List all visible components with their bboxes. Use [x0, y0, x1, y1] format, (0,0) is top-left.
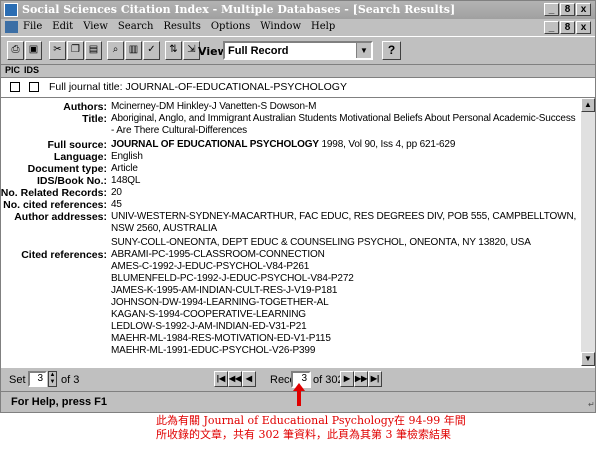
- ids-book-value: 148QL: [111, 175, 141, 186]
- journal-row[interactable]: Full journal title: JOURNAL-OF-EDUCATION…: [1, 78, 595, 98]
- record-total: of 302: [313, 374, 344, 386]
- author-addresses-label: Author addresses:: [14, 211, 107, 223]
- language-label: Language:: [53, 151, 107, 163]
- source-journal: JOURNAL OF EDUCATIONAL PSYCHOLOGY: [111, 139, 319, 150]
- close-button[interactable]: x: [576, 3, 591, 16]
- next-page-icon[interactable]: ▶▶: [354, 371, 368, 387]
- source-details: 1998, Vol 90, Iss 4, pp 621-629: [318, 139, 456, 150]
- doc-maximize-button[interactable]: 8: [560, 21, 575, 34]
- authors-label: Authors:: [63, 101, 107, 113]
- menu-bar: File Edit View Search Results Options Wi…: [1, 19, 595, 36]
- vertical-scrollbar[interactable]: ▲ ▼: [581, 98, 595, 366]
- help-button[interactable]: ?: [382, 41, 401, 60]
- print-icon[interactable]: ⎙: [7, 41, 24, 60]
- cited-reference: MAEHR-ML-1984-RES-MOTIVATION-ED-V1-P115: [111, 333, 331, 344]
- related-records-value[interactable]: 20: [111, 187, 577, 199]
- scroll-down-icon[interactable]: ▼: [581, 352, 595, 366]
- app-icon: [4, 3, 18, 17]
- cited-reference: BLUMENFELD-PC-1992-J-EDUC-PSYCHOL-V84-P2…: [111, 273, 354, 284]
- title-bar: Social Sciences Citation Index - Multipl…: [1, 1, 595, 19]
- cited-reference: AMES-C-1992-J-EDUC-PSYCHOL-V84-P261: [111, 261, 310, 272]
- save-icon[interactable]: ▣: [25, 41, 42, 60]
- ids-checkbox[interactable]: [29, 82, 39, 92]
- menu-view[interactable]: View: [83, 21, 108, 32]
- view-select-value: Full Record: [228, 45, 289, 57]
- journal-title: Full journal title: JOURNAL-OF-EDUCATION…: [49, 81, 347, 93]
- status-text: For Help, press F1: [11, 396, 107, 408]
- pic-checkbox[interactable]: [10, 82, 20, 92]
- set-spinner[interactable]: ▲ ▼: [48, 371, 57, 387]
- doc-minimize-button[interactable]: _: [544, 21, 559, 34]
- first-record-icon[interactable]: |◀: [214, 371, 228, 387]
- copy-icon[interactable]: ❐: [67, 41, 84, 60]
- set-total: of 3: [61, 374, 80, 386]
- results-icon[interactable]: ▥: [125, 41, 142, 60]
- document-icon[interactable]: [5, 21, 18, 33]
- application-window: Social Sciences Citation Index - Multipl…: [0, 0, 596, 413]
- record-panel: Authors: Mcinerney-DM Hinkley-J Vanetten…: [1, 98, 581, 366]
- ids-book-label: IDS/Book No.:: [37, 175, 107, 187]
- maximize-button[interactable]: 8: [560, 3, 575, 16]
- return-mark-icon: ↵: [588, 400, 595, 409]
- menu-options[interactable]: Options: [211, 21, 250, 32]
- cited-count-value: 45: [111, 199, 122, 210]
- toolbar: ⎙ ▣ ✂ ❐ ▤ ⌕ ▥ ✓ ⇅ ⇲ View: Full Record ▼ …: [1, 36, 595, 65]
- sort-icon[interactable]: ⇅: [165, 41, 182, 60]
- cited-reference: JAMES-K-1995-AM-INDIAN-CULT-RES-J-V19-P1…: [111, 285, 338, 296]
- authors-value: Mcinerney-DM Hinkley-J Vanetten-S Dowson…: [111, 101, 317, 112]
- title-label: Title:: [82, 113, 107, 125]
- cited-count-label: No. cited references:: [3, 199, 107, 211]
- author-address-1: UNIV-WESTERN-SYDNEY-MACARTHUR, FAC EDUC,…: [111, 211, 577, 234]
- language-value: English: [111, 151, 143, 162]
- menu-file[interactable]: File: [23, 21, 42, 32]
- previous-page-icon[interactable]: ◀◀: [228, 371, 242, 387]
- pic-column[interactable]: PIC: [5, 65, 20, 75]
- annotation-line-2: 所收錄的文章，共有 302 筆資料，此頁為其第 3 筆檢索結果: [156, 428, 451, 441]
- menu-search[interactable]: Search: [118, 21, 154, 32]
- menu-edit[interactable]: Edit: [52, 21, 73, 32]
- cited-reference: ABRAMI-PC-1995-CLASSROOM-CONNECTION: [111, 249, 325, 260]
- cited-references-label: Cited references:: [21, 249, 107, 261]
- cited-reference: LEDLOW-S-1992-J-AM-INDIAN-ED-V31-P21: [111, 321, 307, 332]
- author-address-2: SUNY-COLL-ONEONTA, DEPT EDUC & COUNSELIN…: [111, 237, 531, 248]
- minimize-button[interactable]: _: [544, 3, 559, 16]
- last-record-icon[interactable]: ▶|: [368, 371, 382, 387]
- chevron-down-icon[interactable]: ▼: [356, 43, 371, 58]
- next-record-icon[interactable]: ▶: [340, 371, 354, 387]
- doc-close-button[interactable]: x: [576, 21, 591, 34]
- cited-reference: MAEHR-ML-1991-EDUC-PSYCHOL-V26-P399: [111, 345, 316, 356]
- cited-reference: KAGAN-S-1994-COOPERATIVE-LEARNING: [111, 309, 306, 320]
- menu-window[interactable]: Window: [260, 21, 301, 32]
- title-value: Aboriginal, Anglo, and Immigrant Austral…: [111, 113, 576, 136]
- menu-results[interactable]: Results: [163, 21, 200, 32]
- previous-record-icon[interactable]: ◀: [242, 371, 256, 387]
- window-title: Social Sciences Citation Index - Multipl…: [22, 3, 456, 16]
- search-icon[interactable]: ⌕: [107, 41, 124, 60]
- related-records-label: No. Related Records:: [1, 187, 107, 199]
- annotation-arrow: [297, 388, 301, 406]
- scroll-up-icon[interactable]: ▲: [581, 98, 595, 112]
- set-label: Set: [9, 374, 26, 386]
- view-select[interactable]: Full Record ▼: [223, 41, 373, 60]
- document-type-label: Document type:: [27, 163, 107, 175]
- full-source-value: JOURNAL OF EDUCATIONAL PSYCHOLOGY 1998, …: [111, 139, 577, 151]
- column-header: PIC IDS: [1, 65, 595, 78]
- annotation-note: 此為有關 Journal of Educational Psychology在 …: [156, 414, 466, 442]
- cited-reference: JOHNSON-DW-1994-LEARNING-TOGETHER-AL: [111, 297, 329, 308]
- mark-icon[interactable]: ✓: [143, 41, 160, 60]
- menu-help[interactable]: Help: [311, 21, 335, 32]
- paste-icon[interactable]: ▤: [85, 41, 102, 60]
- full-source-label: Full source:: [47, 139, 107, 151]
- document-type-value: Article: [111, 163, 138, 174]
- cut-icon[interactable]: ✂: [49, 41, 66, 60]
- annotation-line-1: 此為有關 Journal of Educational Psychology在 …: [156, 414, 466, 427]
- set-input[interactable]: 3: [28, 371, 47, 387]
- ids-column[interactable]: IDS: [24, 65, 39, 75]
